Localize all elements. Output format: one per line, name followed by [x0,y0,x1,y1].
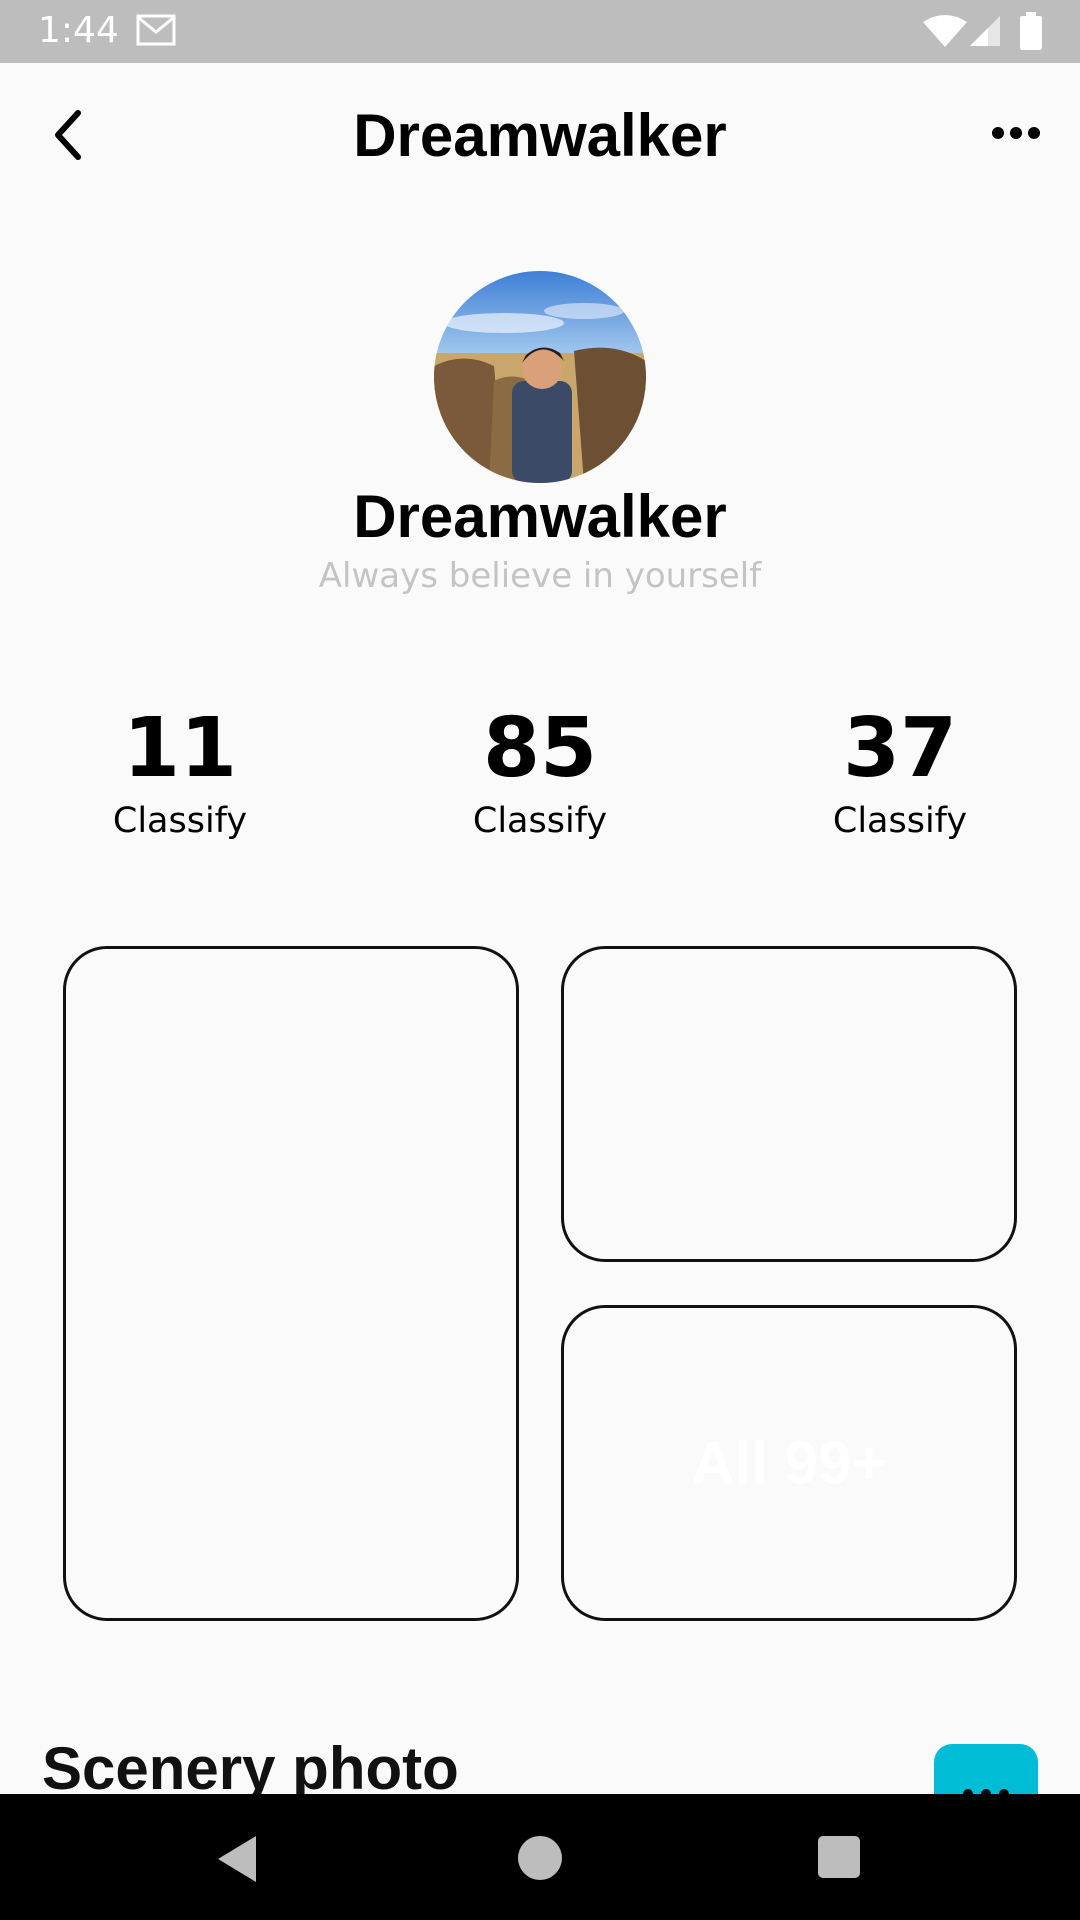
album-card-all[interactable]: All 99+ [561,1305,1017,1621]
stat-item[interactable]: 85 Classify [390,701,690,842]
stat-label: Classify [832,801,968,841]
system-nav-bar [0,1794,1080,1920]
wifi-icon [923,15,967,47]
avatar-photo [434,271,646,483]
more-options-icon[interactable] [984,113,1048,153]
section-title: Scenery photo [42,1735,459,1802]
gmail-icon [136,14,176,46]
all-count-label: All 99+ [691,1429,887,1497]
stat-item[interactable]: 37 Classify [750,701,1050,842]
profile-name: Dreamwalker [353,483,727,550]
album-card-top[interactable] [561,946,1017,1262]
stat-item[interactable]: 11 Classify [30,701,330,842]
stat-label: Classify [472,801,608,841]
page-title: Dreamwalker [353,102,727,169]
app-bar: Dreamwalker [0,63,1080,209]
status-bar: 1:44 [0,0,1080,63]
signal-icon [970,16,1000,46]
battery-icon [1020,12,1042,50]
status-time: 1:44 [38,10,119,51]
profile-bio: Always believe in yourself [318,556,762,596]
stat-value: 11 [122,701,238,796]
nav-recents-icon[interactable] [818,1836,860,1878]
nav-back-icon[interactable] [212,1834,262,1884]
album-card-large[interactable] [63,946,519,1621]
stat-label: Classify [112,801,248,841]
avatar[interactable] [434,271,646,483]
nav-home-icon[interactable] [518,1836,562,1880]
stat-value: 37 [842,701,958,796]
stat-value: 85 [482,701,598,796]
